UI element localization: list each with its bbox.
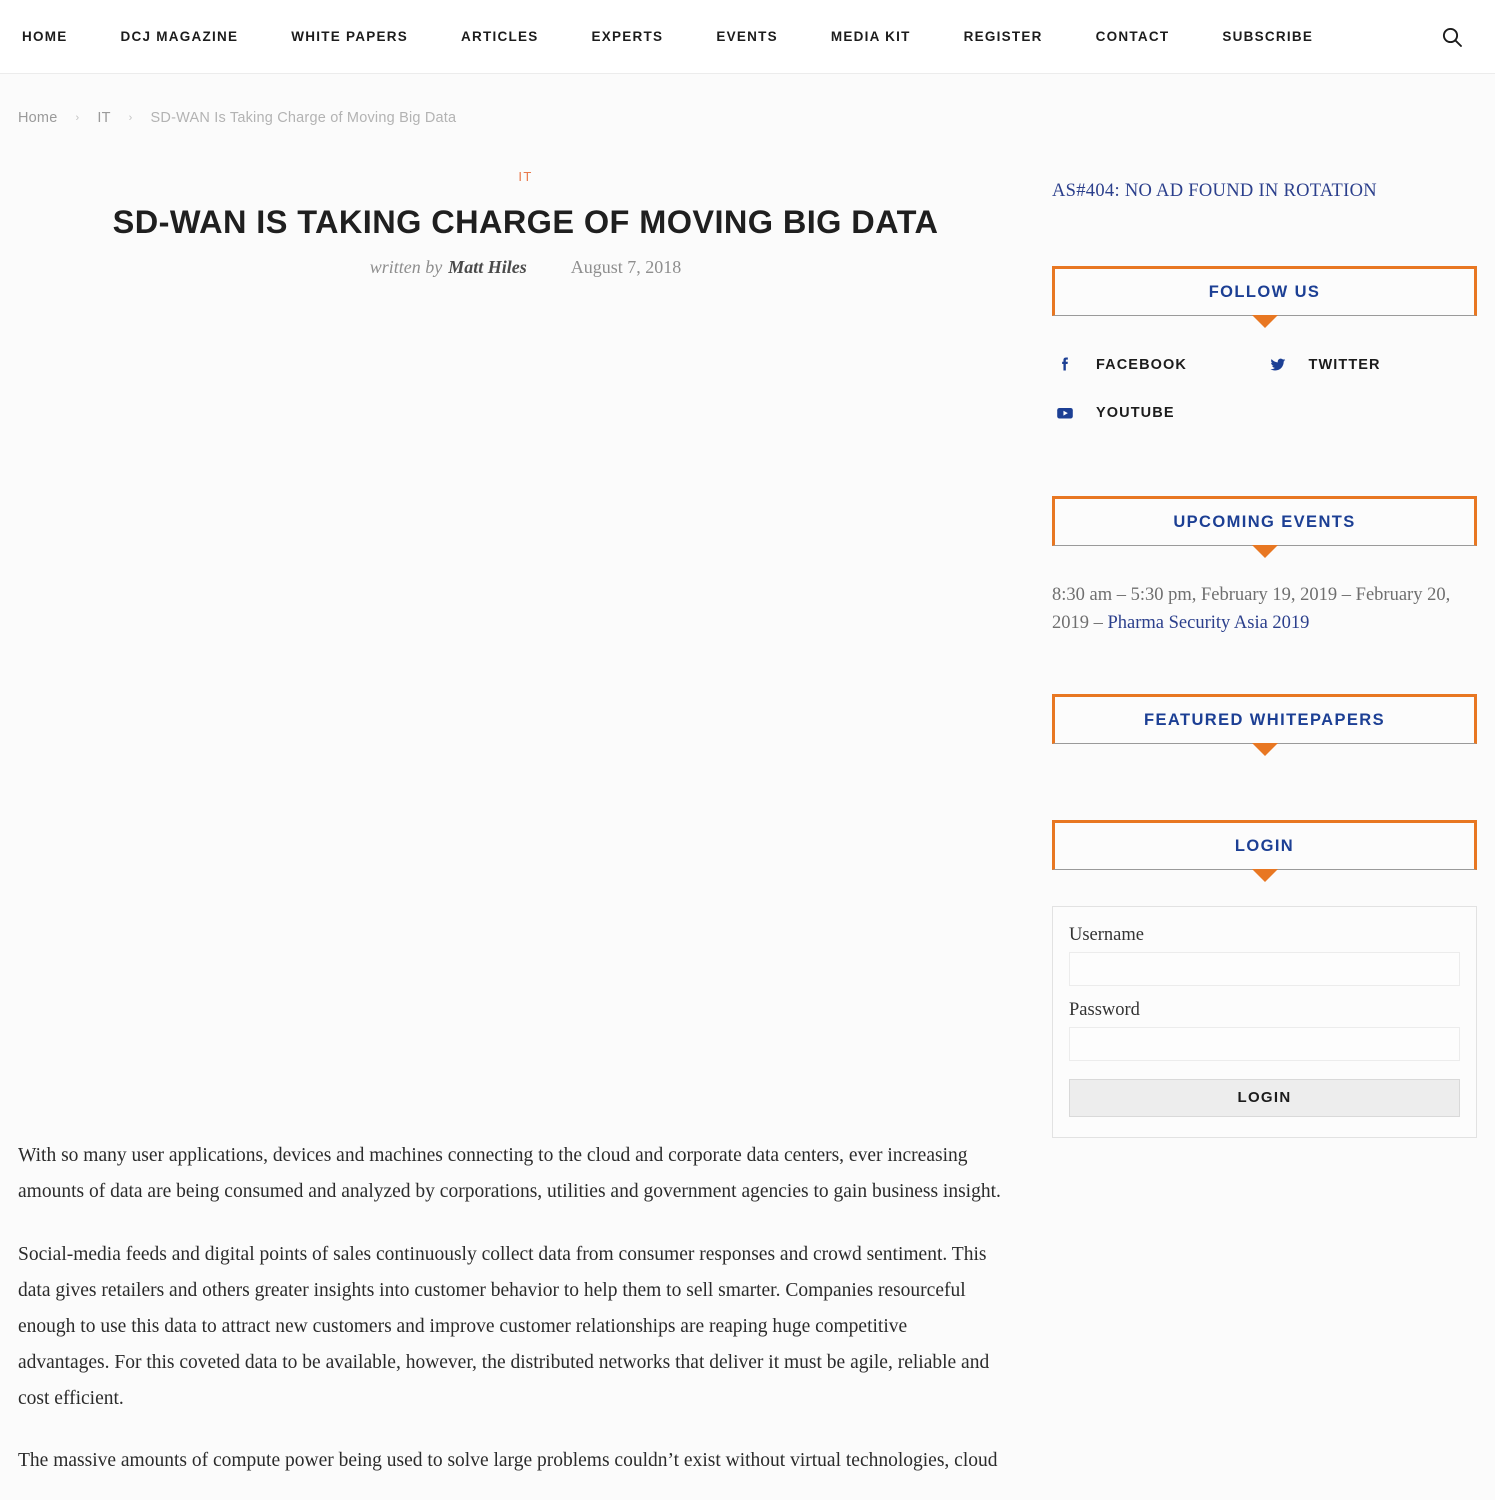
login-submit-button[interactable]: LOGIN [1069,1078,1460,1117]
twitter-icon [1265,352,1291,378]
youtube-icon [1052,400,1078,426]
social-links-grid: FACEBOOK TWITTER YOUTUBE [1052,352,1477,426]
nav-item-media-kit[interactable]: MEDIA KIT [831,29,911,44]
widget-header-featured-whitepapers: FEATURED WHITEPAPERS [1052,693,1477,744]
password-label: Password [1069,999,1140,1020]
nav-item-home[interactable]: HOME [22,29,68,44]
social-link-label: YOUTUBE [1096,405,1175,421]
article-content-column: IT SD-WAN IS TAKING CHARGE OF MOVING BIG… [18,126,1033,1500]
main-navigation: HOME DCJ MAGAZINE WHITE PAPERS ARTICLES … [0,0,1313,73]
password-field-row: Password [1069,1000,1460,1061]
search-icon [1442,27,1462,47]
article-paragraph: The massive amounts of compute power bei… [18,1449,998,1471]
site-header: HOME DCJ MAGAZINE WHITE PAPERS ARTICLES … [0,0,1495,74]
written-by-label: written by [369,257,443,278]
breadcrumb-item-home[interactable]: Home [18,110,57,126]
social-link-twitter[interactable]: TWITTER [1265,352,1478,378]
username-label: Username [1069,924,1144,945]
nav-item-experts[interactable]: EXPERTS [592,29,664,44]
widget-title: LOGIN [1234,836,1295,855]
sidebar: AS#404: NO AD FOUND IN ROTATION FOLLOW U… [1052,126,1477,1138]
widget-body-upcoming-events: 8:30 am – 5:30 pm, February 19, 2019 – F… [1052,546,1477,638]
article-meta: written by Matt Hiles August 7, 2018 [18,257,1033,278]
widget-upcoming-events: UPCOMING EVENTS 8:30 am – 5:30 pm, Febru… [1052,496,1477,638]
widget-login: LOGIN Username Password LOGIN [1052,819,1477,1138]
login-form: Username Password LOGIN [1052,905,1477,1138]
article-date: August 7, 2018 [570,257,682,278]
widget-title: FOLLOW US [1208,283,1321,301]
nav-item-subscribe[interactable]: SUBSCRIBE [1222,29,1313,44]
nav-item-events[interactable]: EVENTS [716,29,778,44]
search-button[interactable] [1439,24,1465,50]
event-title-link[interactable]: Pharma Security Asia 2019 [1108,613,1310,633]
password-input[interactable] [1069,1026,1460,1061]
widget-title: FEATURED WHITEPAPERS [1144,710,1385,729]
widget-header-upcoming-events: UPCOMING EVENTS [1052,496,1477,546]
social-link-youtube[interactable]: YOUTUBE [1052,400,1265,426]
username-input[interactable] [1069,951,1460,986]
nav-item-articles[interactable]: ARTICLES [461,29,539,44]
widget-header-follow-us: FOLLOW US [1052,266,1477,316]
social-link-facebook[interactable]: FACEBOOK [1052,352,1265,378]
username-field-row: Username [1069,925,1460,986]
nav-item-register[interactable]: REGISTER [964,29,1043,44]
ad-rotation-notice[interactable]: AS#404: NO AD FOUND IN ROTATION [1052,181,1477,202]
widget-body-login: Username Password LOGIN [1052,870,1477,1138]
social-link-label: TWITTER [1308,357,1381,373]
article-hero-image-area [18,278,1033,1138]
article-body: With so many user applications, devices … [18,1138,1033,1479]
breadcrumb: Home › IT › SD-WAN Is Taking Charge of M… [0,74,1495,126]
nav-item-dcj-magazine[interactable]: DCJ MAGAZINE [121,29,239,44]
event-list-item: 8:30 am – 5:30 pm, February 19, 2019 – F… [1052,582,1477,638]
breadcrumb-separator-icon: › [75,112,80,124]
page-title: SD-WAN IS TAKING CHARGE OF MOVING BIG DA… [112,204,939,240]
widget-body-follow-us: FACEBOOK TWITTER YOUTUBE [1052,316,1477,426]
nav-item-white-papers[interactable]: WHITE PAPERS [291,29,408,44]
widget-featured-whitepapers: FEATURED WHITEPAPERS [1052,693,1477,780]
widget-header-login: LOGIN [1052,819,1477,870]
breadcrumb-separator-icon: › [128,112,133,124]
nav-item-contact[interactable]: CONTACT [1096,29,1170,44]
social-link-label: FACEBOOK [1096,357,1187,373]
page-wrapper: IT SD-WAN IS TAKING CHARGE OF MOVING BIG… [0,126,1495,1500]
article-category-link[interactable]: IT [518,169,532,184]
breadcrumb-item-it[interactable]: IT [97,110,110,126]
article-paragraph: Social-media feeds and digital points of… [18,1243,990,1409]
article-paragraph: With so many user applications, devices … [18,1145,1001,1203]
article-header: IT SD-WAN IS TAKING CHARGE OF MOVING BIG… [18,126,1033,278]
breadcrumb-item-current: SD-WAN Is Taking Charge of Moving Big Da… [150,110,457,126]
widget-title: UPCOMING EVENTS [1173,513,1356,531]
facebook-icon [1052,352,1078,378]
widget-follow-us: FOLLOW US FACEBOOK TWITTER YOUTUBE [1052,266,1477,426]
article-author[interactable]: Matt Hiles [448,257,527,278]
